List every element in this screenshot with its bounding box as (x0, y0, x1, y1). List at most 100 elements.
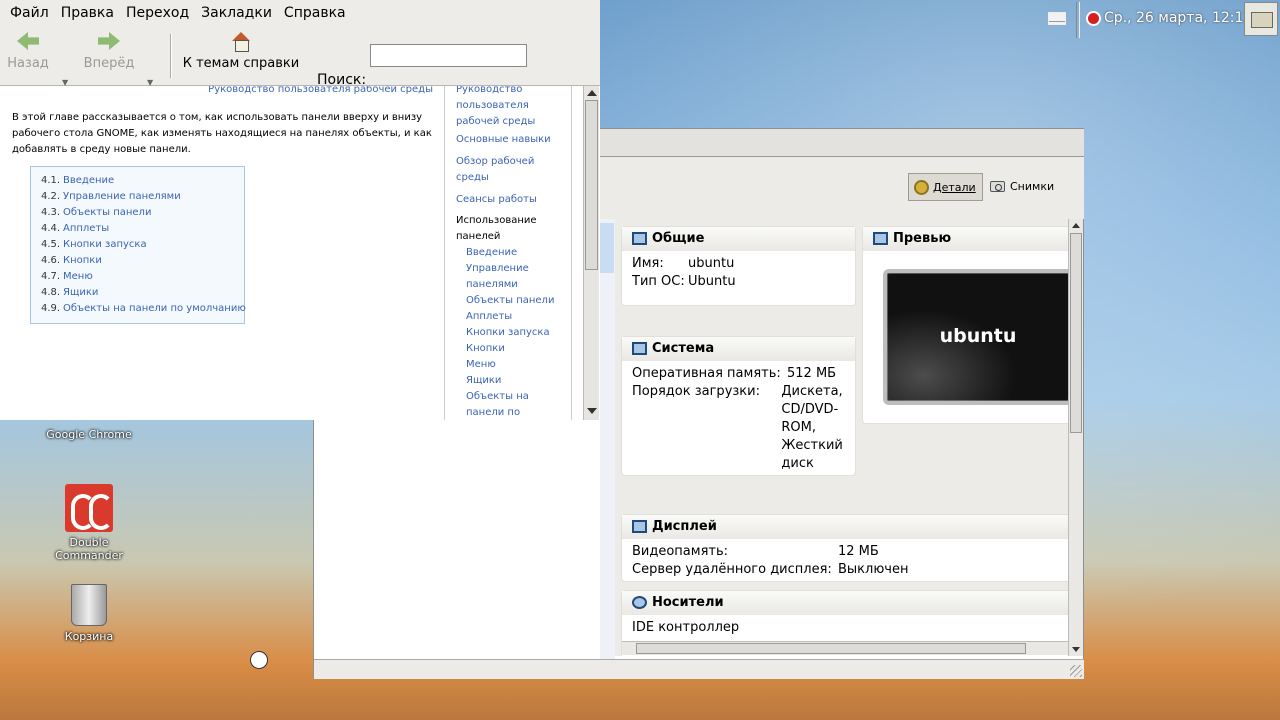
tab-details-label: Детали (933, 181, 976, 194)
sidebar-item-basic-skills[interactable]: Основные навыки (456, 132, 566, 148)
back-arrow-icon (17, 32, 39, 50)
menu-help[interactable]: Справка (278, 5, 352, 21)
help-article: Руководство пользователя рабочей среды В… (0, 86, 443, 420)
breadcrumb[interactable]: Руководство пользователя рабочей среды (208, 86, 433, 95)
toc-item[interactable]: 4.7. Меню (41, 269, 234, 285)
back-button[interactable]: Назад (6, 32, 50, 71)
preview-text: ubuntu (939, 325, 1017, 347)
panel-clock[interactable]: Ср., 26 марта, 12:12 (1104, 10, 1252, 26)
show-desktop-button[interactable] (1244, 2, 1278, 36)
field-label: Тип ОС: (632, 274, 685, 289)
menu-go[interactable]: Переход (120, 5, 195, 21)
card-general: Общие Имя: ubuntu Тип ОС: Ubuntu (622, 227, 855, 305)
vm-preview-screen: ubuntu (883, 269, 1068, 405)
card-header[interactable]: Носители (622, 591, 1068, 615)
menu-bookmarks[interactable]: Закладки (195, 5, 278, 21)
field-value: 12 МБ (838, 544, 879, 559)
window-titlebar[interactable] (600, 129, 1084, 157)
tab-details[interactable]: Детали (908, 173, 983, 201)
toc-item[interactable]: 4.3. Объекты панели (41, 205, 234, 221)
table-of-contents: 4.1. Введение 4.2. Управление панелями 4.3… (30, 166, 246, 324)
folder-icon (1251, 12, 1273, 28)
forward-button[interactable]: Вперёд (82, 32, 136, 71)
menu-edit[interactable]: Правка (55, 5, 120, 21)
details-pane: Общие Имя: ubuntu Тип ОС: Ubuntu Превью ub… (615, 219, 1068, 656)
field-value: Дискета, CD/DVD-ROM, Жесткий диск (781, 384, 843, 471)
toolbar-separator (170, 34, 172, 78)
card-header[interactable]: Общие (622, 227, 855, 251)
scroll-up-icon[interactable] (1072, 223, 1080, 228)
sidebar-item-sessions[interactable]: Сеансы работы (456, 192, 566, 208)
sidebar-item-desktop-overview[interactable]: Обзор рабочей среды (456, 154, 566, 186)
vm-list-edge[interactable] (600, 219, 615, 659)
card-title: Превью (893, 231, 952, 246)
search-input[interactable] (370, 44, 527, 67)
card-header[interactable]: Дисплей (622, 515, 1068, 539)
alarm-clock-icon[interactable] (1086, 11, 1101, 26)
chip-icon (632, 342, 647, 355)
card-title: Общие (652, 231, 705, 246)
card-display: Дисплей Видеопамять: 12 МБ Сервер удалённ… (622, 515, 1068, 581)
scroll-thumb[interactable] (1070, 233, 1082, 433)
help-window: Файл Правка Переход Закладки Справка Наз… (0, 0, 600, 420)
sidebar-subitem[interactable]: Кнопки (466, 341, 566, 357)
field-value: ubuntu (688, 256, 735, 271)
desktop-icon-label: Корзина (64, 630, 114, 643)
scroll-up-icon[interactable] (587, 90, 597, 96)
card-preview: Превью ubuntu (863, 227, 1068, 423)
help-vertical-scrollbar[interactable] (583, 86, 599, 420)
toc-item[interactable]: 4.2. Управление панелями (41, 189, 234, 205)
intro-paragraph: В этой главе рассказывается о том, как и… (12, 112, 432, 155)
panel-separator (1076, 2, 1080, 38)
details-vertical-scrollbar[interactable] (1068, 219, 1083, 656)
desktop-icon-trash[interactable]: Корзина (34, 584, 144, 643)
sidebar-item-user-guide[interactable]: Руководство пользователя рабочей среды (456, 86, 566, 130)
sidebar-subitem[interactable]: Объекты на панели по (466, 389, 566, 420)
menubar: Файл Правка Переход Закладки Справка (0, 0, 600, 26)
sidebar-subitem[interactable]: Апплеты (466, 309, 566, 325)
trash-icon (71, 584, 107, 626)
sidebar-subitem[interactable]: Объекты панели (466, 293, 566, 309)
card-header[interactable]: Превью (863, 227, 1068, 251)
desktop-icon-double-commander[interactable]: Double Commander (34, 484, 144, 562)
sidebar-subitem[interactable]: Введение (466, 245, 566, 261)
card-header[interactable]: Система (622, 337, 855, 361)
mail-icon[interactable] (1048, 12, 1066, 25)
scroll-down-icon[interactable] (1072, 647, 1080, 652)
forward-label: Вперёд (83, 56, 135, 71)
scroll-down-icon[interactable] (587, 408, 597, 414)
tab-snapshots[interactable]: Снимки (986, 173, 1060, 201)
resize-grip[interactable] (1070, 665, 1082, 677)
sidebar-subitem[interactable]: Кнопки запуска (466, 325, 566, 341)
help-content: Руководство пользователя рабочей среды В… (0, 86, 600, 420)
toc-item[interactable]: 4.9. Объекты на панели по умолчанию (41, 301, 246, 317)
camera-icon (990, 181, 1005, 192)
field-label: Оперативная память: (632, 366, 781, 381)
help-sidebar: Руководство пользователя рабочей среды О… (444, 86, 572, 420)
field-value: Ubuntu (688, 274, 736, 289)
sidebar-subitem[interactable]: Меню (466, 357, 566, 373)
details-horizontal-scrollbar[interactable] (622, 641, 1068, 655)
details-tabbar: Детали Снимки (600, 157, 1084, 219)
field-label: Сервер удалённого дисплея: (632, 562, 832, 577)
top-panel: Ср., 26 марта, 12:12 (1040, 0, 1280, 38)
toc-item[interactable]: 4.8. Ящики (41, 285, 234, 301)
toc-item[interactable]: 4.1. Введение (41, 173, 234, 189)
toc-item[interactable]: 4.4. Апплеты (41, 221, 234, 237)
field-value: Выключен (838, 562, 909, 577)
field-label: Имя: (632, 256, 664, 271)
sidebar-subitem[interactable]: Ящики (466, 373, 566, 389)
scroll-thumb[interactable] (636, 643, 1026, 654)
field-label: Видеопамять: (632, 544, 729, 559)
field-value: 512 МБ (787, 366, 837, 381)
home-button[interactable]: К темам справки (180, 32, 302, 71)
sidebar-item-current: Использование панелей (456, 215, 537, 242)
sidebar-subitem[interactable]: Управление панелями (466, 261, 566, 293)
desktop-icon-chrome[interactable]: Google Chrome (34, 428, 144, 441)
menu-file[interactable]: Файл (4, 5, 55, 21)
scroll-thumb[interactable] (585, 100, 598, 270)
back-label: Назад (7, 56, 49, 71)
field-label: Порядок загрузки: (632, 384, 760, 399)
toc-item[interactable]: 4.6. Кнопки (41, 253, 234, 269)
toc-item[interactable]: 4.5. Кнопки запуска (41, 237, 234, 253)
